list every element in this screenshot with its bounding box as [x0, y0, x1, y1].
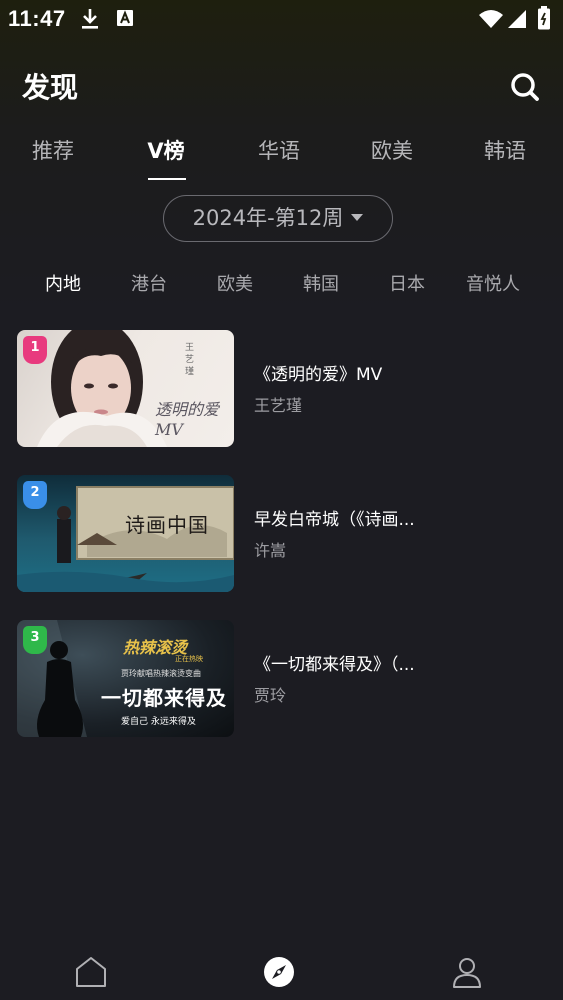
- mv-list-item[interactable]: 诗画中国 2 早发白帝城（《诗画... 许嵩: [17, 475, 547, 593]
- rank-badge: 3: [23, 626, 47, 654]
- thumbnail-overlay-text: 透明的爱MV: [155, 400, 220, 439]
- tab-western[interactable]: 欧美: [347, 133, 437, 179]
- mv-thumbnail: 热辣滚烫 正在热映 贾玲献唱热辣滚烫变曲 一切都来得及 爱自己 永远来得及 3: [17, 620, 234, 737]
- mv-list-item[interactable]: 王艺瑾 透明的爱MV 1 《透明的爱》MV 王艺瑾: [17, 330, 547, 448]
- thumbnail-overlay-text: 一切都来得及: [101, 686, 227, 710]
- discover-icon[interactable]: [261, 954, 297, 990]
- status-time: 11:47: [8, 6, 66, 31]
- tab-vchart[interactable]: V榜: [121, 133, 211, 179]
- mv-title: 《一切都来得及》（...: [254, 655, 415, 675]
- region-japan[interactable]: 日本: [372, 270, 442, 300]
- thumbnail-overlay-text: 诗画中国: [125, 513, 209, 537]
- download-icon: [82, 9, 98, 29]
- mv-thumbnail: 王艺瑾 透明的爱MV 1: [17, 330, 234, 447]
- thumbnail-top-sub: 正在热映: [175, 655, 203, 663]
- signal-icon: [508, 10, 526, 28]
- category-tabs: 推荐 V榜 华语 欧美 韩语: [0, 133, 563, 183]
- mv-list-item[interactable]: 热辣滚烫 正在热映 贾玲献唱热辣滚烫变曲 一切都来得及 爱自己 永远来得及 3 …: [17, 620, 547, 738]
- profile-icon[interactable]: [449, 954, 485, 990]
- status-bar: 11:47: [0, 0, 563, 40]
- wifi-icon: [479, 10, 503, 28]
- tab-recommend[interactable]: 推荐: [8, 133, 98, 179]
- region-filter: 内地 港台 欧美 韩国 日本 音悦人: [0, 270, 563, 300]
- mv-title: 《透明的爱》MV: [254, 365, 383, 385]
- region-western[interactable]: 欧美: [200, 270, 270, 300]
- week-selector-label: 2024年-第12周: [192, 206, 344, 230]
- rank-badge: 2: [23, 481, 47, 509]
- mv-thumbnail: 诗画中国 2: [17, 475, 234, 592]
- bottom-navigation: [0, 940, 563, 1000]
- page-title: 发现: [22, 71, 79, 104]
- week-selector[interactable]: 2024年-第12周: [163, 195, 393, 242]
- thumbnail-mid-text: 贾玲献唱热辣滚烫变曲: [121, 669, 201, 678]
- region-mainland[interactable]: 内地: [28, 270, 98, 300]
- mv-artist: 王艺瑾: [254, 396, 303, 415]
- tab-chinese[interactable]: 华语: [234, 133, 324, 179]
- active-tab-indicator: [148, 178, 186, 180]
- rank-badge: 1: [23, 336, 47, 364]
- font-icon: [117, 10, 133, 26]
- mv-title: 早发白帝城（《诗画...: [254, 510, 415, 530]
- home-icon[interactable]: [73, 954, 109, 990]
- region-yinyueren[interactable]: 音悦人: [458, 270, 528, 300]
- region-korea[interactable]: 韩国: [286, 270, 356, 300]
- mv-artist: 许嵩: [254, 541, 287, 560]
- caret-down-icon: [351, 214, 364, 221]
- mv-artist: 贾玲: [254, 686, 287, 705]
- thumbnail-bottom-text: 爱自己 永远来得及: [121, 717, 196, 727]
- thumbnail-side-text: 王艺瑾: [185, 343, 195, 377]
- battery-icon: [538, 6, 550, 30]
- region-hk-tw[interactable]: 港台: [114, 270, 184, 300]
- search-icon[interactable]: [508, 70, 542, 104]
- tab-korean[interactable]: 韩语: [460, 133, 550, 179]
